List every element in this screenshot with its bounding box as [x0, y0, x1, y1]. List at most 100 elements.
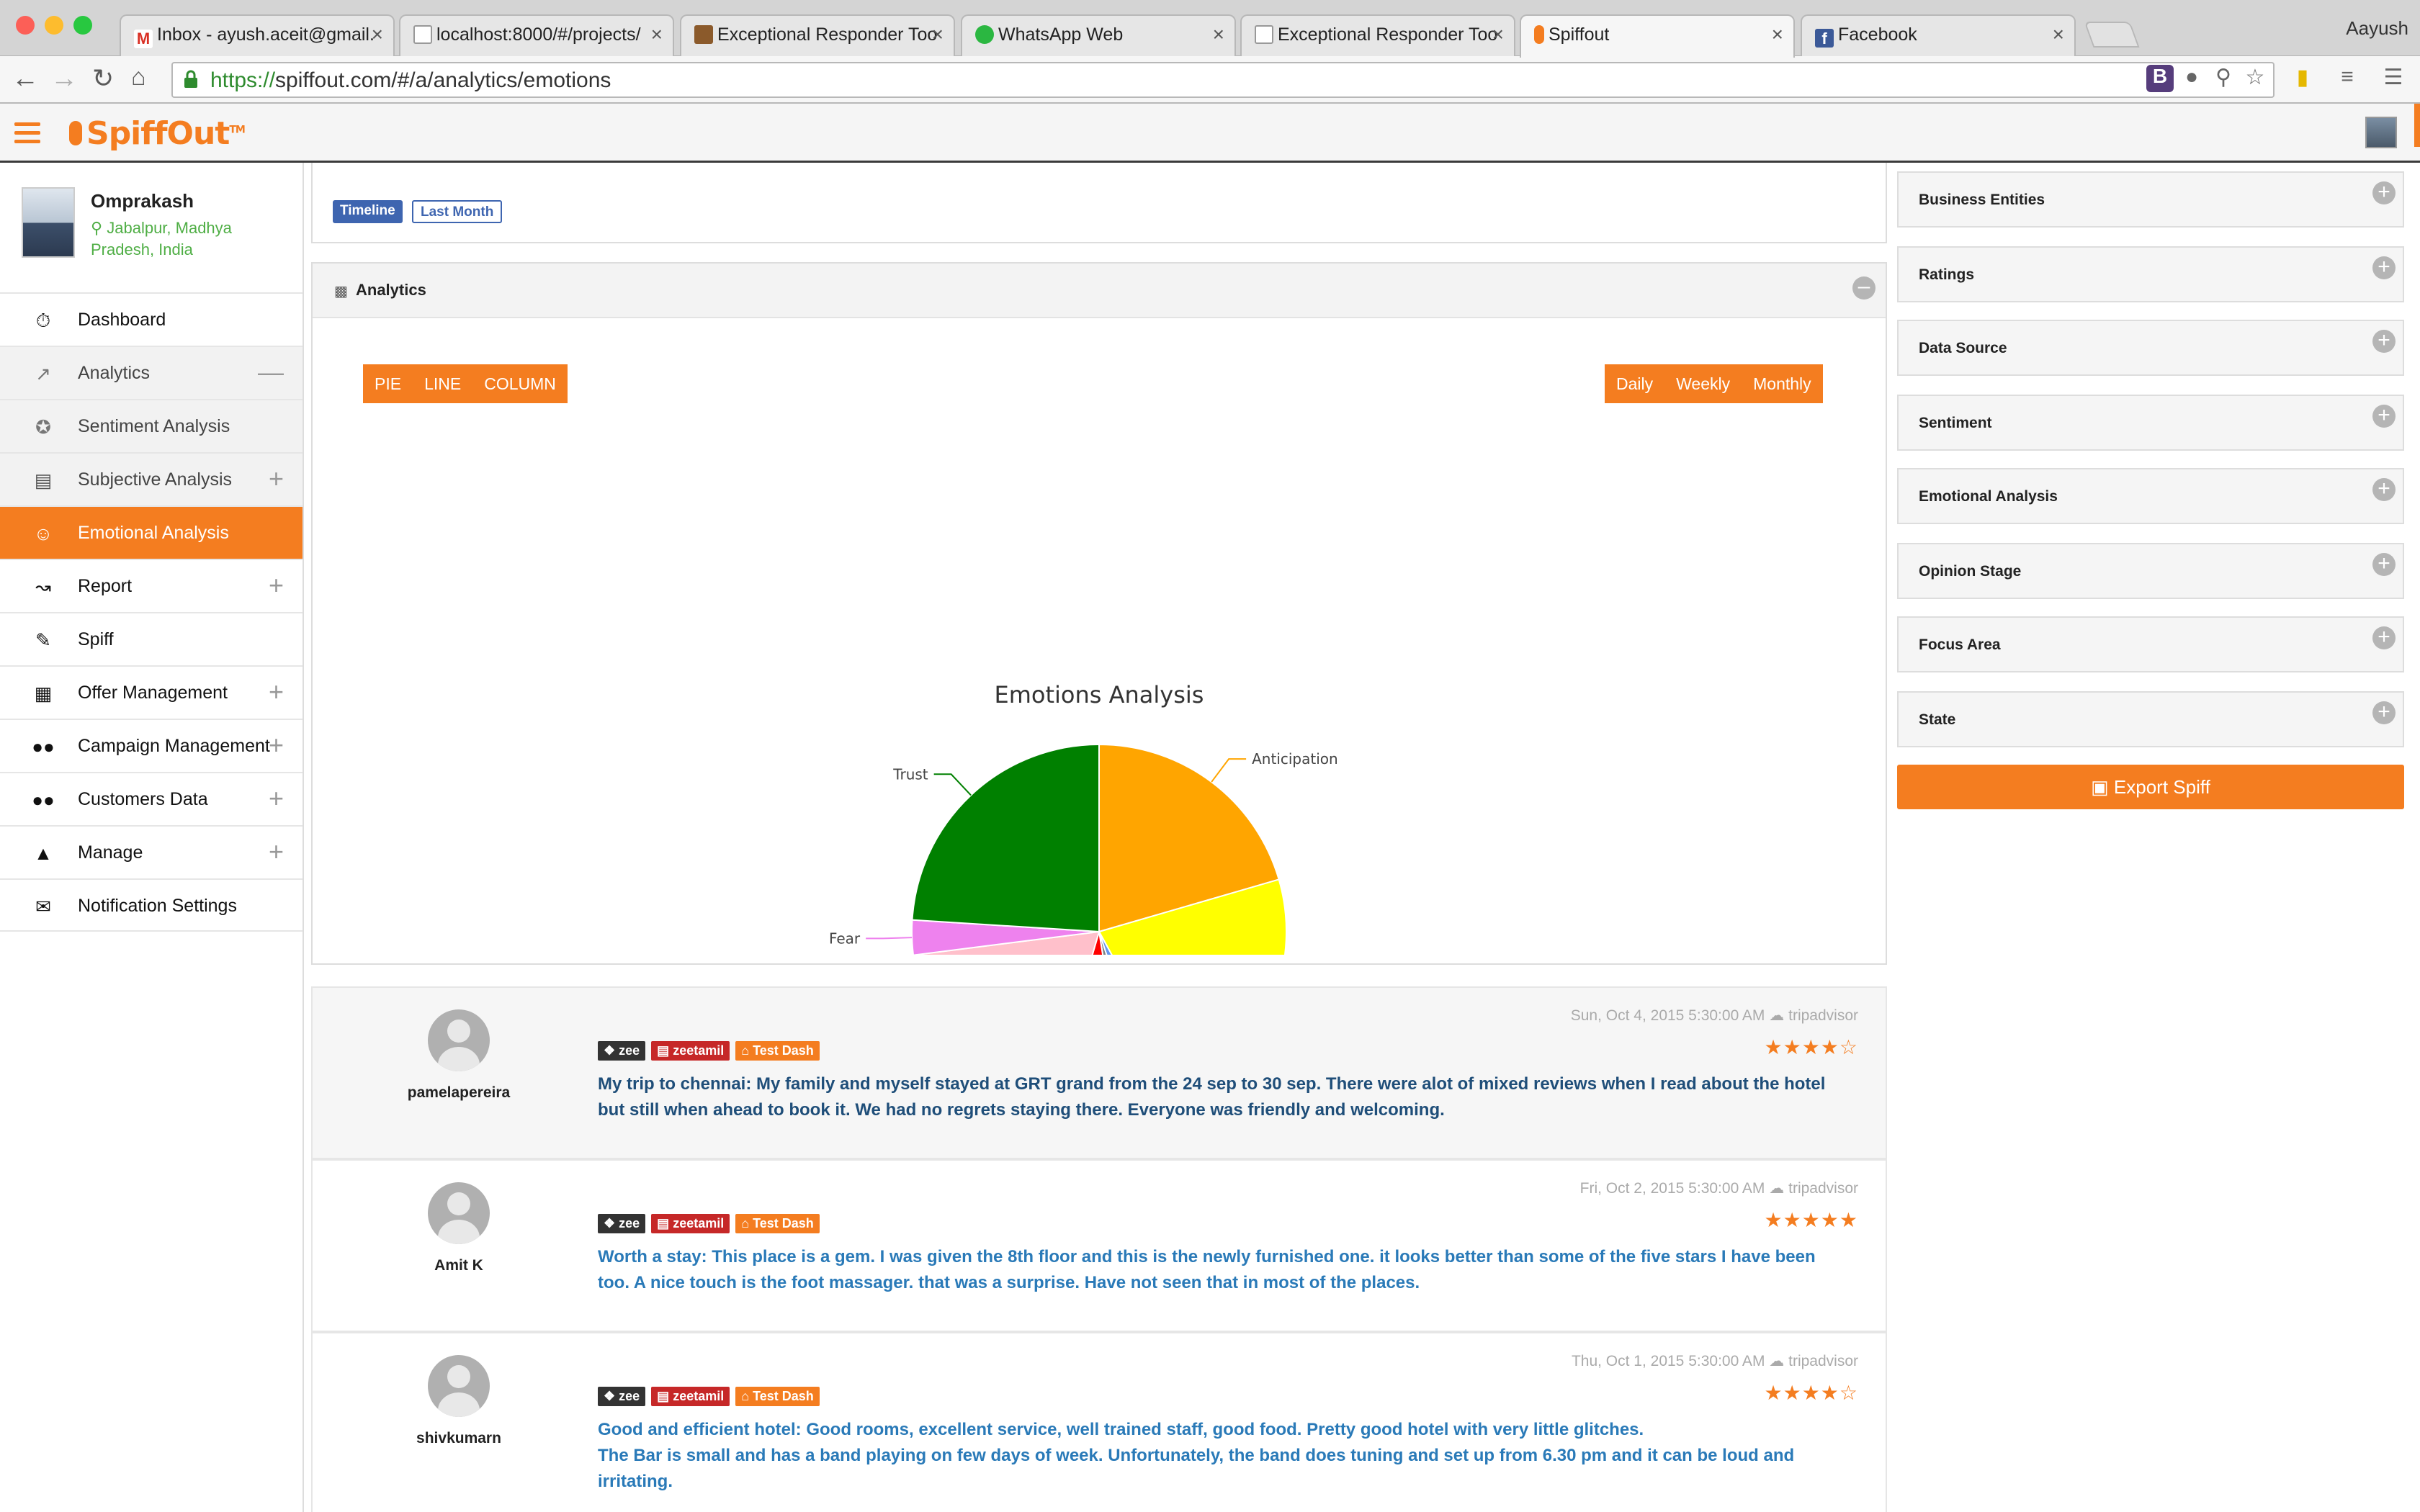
sidebar-item-emotional-analysis[interactable]: ☺ Emotional Analysis	[0, 505, 302, 559]
expand-plus-icon[interactable]: +	[2372, 405, 2396, 428]
tab-close-icon[interactable]: ×	[932, 23, 944, 46]
tab-close-icon[interactable]: ×	[2053, 23, 2064, 46]
forward-arrow-icon[interactable]: →	[50, 63, 78, 94]
tag-test-dash[interactable]: ⌂ Test Dash	[735, 1041, 820, 1061]
expand-plus-icon[interactable]: +	[2372, 478, 2396, 501]
daily-button[interactable]: Daily	[1605, 364, 1664, 403]
browser-tab[interactable]: Exceptional Responder Too ×	[680, 14, 955, 56]
reviewer-name[interactable]: shivkumarn	[356, 1430, 562, 1447]
user-avatar[interactable]	[2365, 117, 2397, 148]
sitemap-icon: ▲	[34, 842, 53, 864]
tab-close-icon[interactable]: ×	[1213, 23, 1224, 46]
sidebar-item-customers-data[interactable]: ●● Customers Data +	[0, 772, 302, 825]
spiffout-logo[interactable]: SpiffOutTM	[69, 115, 246, 152]
monthly-button[interactable]: Monthly	[1742, 364, 1823, 403]
pie-slice-trust[interactable]	[911, 743, 1100, 933]
window-close-button[interactable]	[16, 16, 35, 35]
sidebar-item-offer-management[interactable]: ▦ Offer Management +	[0, 665, 302, 719]
expand-plus-icon[interactable]: +	[2372, 181, 2396, 204]
expand-icon[interactable]: +	[269, 783, 284, 814]
expand-plus-icon[interactable]: +	[2372, 626, 2396, 649]
tab-close-icon[interactable]: ×	[1492, 23, 1504, 46]
tag-zee[interactable]: ❖ zee	[598, 1041, 646, 1061]
window-maximize-button[interactable]	[73, 16, 92, 35]
rating-stars: ★★★★☆	[1764, 1382, 1858, 1404]
sidebar-item-subjective-analysis[interactable]: ▤ Subjective Analysis +	[0, 452, 302, 505]
column-button[interactable]: COLUMN	[472, 364, 568, 403]
collapse-icon[interactable]: —	[258, 357, 284, 387]
expand-plus-icon[interactable]: +	[2372, 256, 2396, 279]
search-zoom-icon[interactable]: ⚲	[2210, 65, 2237, 92]
weekly-button[interactable]: Weekly	[1664, 364, 1742, 403]
cloud-icon: ☁	[1769, 1353, 1785, 1369]
browser-profile-name[interactable]: Aayush	[2346, 17, 2408, 40]
tag-zee[interactable]: ❖ zee	[598, 1214, 646, 1233]
extension-icon[interactable]: ▮	[2289, 65, 2316, 92]
tab-close-icon[interactable]: ×	[372, 23, 383, 46]
filter-sentiment[interactable]: Sentiment +	[1897, 395, 2404, 451]
sidebar-item-sentiment-analysis[interactable]: ✪ Sentiment Analysis	[0, 399, 302, 452]
filter-business-entities[interactable]: Business Entities +	[1897, 171, 2404, 228]
sidebar-item-report[interactable]: ↝ Report +	[0, 559, 302, 612]
sidebar-item-dashboard[interactable]: ⏱ Dashboard	[0, 292, 302, 346]
expand-plus-icon[interactable]: +	[2372, 553, 2396, 576]
range-badge[interactable]: Last Month	[412, 200, 503, 223]
sidebar-item-campaign-management[interactable]: ●● Campaign Management +	[0, 719, 302, 772]
export-spiff-button[interactable]: ▣ Export Spiff	[1897, 765, 2404, 809]
filter-ratings[interactable]: Ratings +	[1897, 246, 2404, 302]
reviewer-avatar	[428, 1182, 490, 1244]
sidebar-item-spiff[interactable]: ✎ Spiff	[0, 612, 302, 665]
bookmark-star-icon[interactable]: ☆	[2241, 65, 2269, 92]
new-tab-button[interactable]	[2084, 22, 2140, 48]
tag-zeetamil[interactable]: ▤ zeetamil	[651, 1387, 730, 1406]
back-arrow-icon[interactable]: ←	[12, 63, 39, 94]
extension-icon[interactable]: ●	[2178, 65, 2205, 92]
filter-opinion-stage[interactable]: Opinion Stage +	[1897, 543, 2404, 599]
profile-avatar[interactable]	[22, 187, 75, 258]
filter-state[interactable]: State +	[1897, 691, 2404, 747]
expand-icon[interactable]: +	[269, 570, 284, 600]
timeline-badge[interactable]: Timeline	[333, 200, 403, 223]
browser-tab[interactable]: M Inbox - ayush.aceit@gmail. ×	[120, 14, 395, 56]
tab-close-icon[interactable]: ×	[651, 23, 663, 46]
browser-menu-icon[interactable]: ☰	[2380, 65, 2407, 92]
reviewer-name[interactable]: pamelapereira	[356, 1084, 562, 1102]
filter-data-source[interactable]: Data Source +	[1897, 320, 2404, 376]
tab-label: Spiffout	[1549, 24, 1610, 45]
filter-focus-area[interactable]: Focus Area +	[1897, 616, 2404, 672]
tab-close-icon[interactable]: ×	[1772, 23, 1783, 46]
bootstrap-extension-icon[interactable]: B	[2146, 65, 2174, 92]
expand-icon[interactable]: +	[269, 837, 284, 867]
sidebar-item-notification-settings[interactable]: ✉ Notification Settings	[0, 878, 302, 932]
browser-tab[interactable]: WhatsApp Web ×	[961, 14, 1236, 56]
pie-button[interactable]: PIE	[363, 364, 413, 403]
expand-icon[interactable]: +	[269, 464, 284, 494]
reviewer-name[interactable]: Amit K	[356, 1257, 562, 1274]
reload-icon[interactable]: ↻	[92, 63, 114, 94]
home-icon[interactable]: ⌂	[131, 63, 146, 91]
tag-test-dash[interactable]: ⌂ Test Dash	[735, 1387, 820, 1406]
browser-tab-active[interactable]: Spiffout ×	[1520, 14, 1795, 58]
review-tags: ❖ zee ▤ zeetamil ⌂ Test Dash	[598, 1387, 820, 1406]
expand-plus-icon[interactable]: +	[2372, 330, 2396, 353]
sidebar-item-analytics[interactable]: ↗ Analytics —	[0, 346, 302, 399]
window-minimize-button[interactable]	[45, 16, 63, 35]
url-path: spiffout.com/#/a/analytics/emotions	[275, 68, 611, 92]
tag-zee[interactable]: ❖ zee	[598, 1387, 646, 1406]
line-button[interactable]: LINE	[413, 364, 472, 403]
tag-test-dash[interactable]: ⌂ Test Dash	[735, 1214, 820, 1233]
browser-tab[interactable]: f Facebook ×	[1801, 14, 2076, 56]
expand-icon[interactable]: +	[269, 730, 284, 760]
browser-tab[interactable]: Exceptional Responder Too ×	[1240, 14, 1515, 56]
tag-zeetamil[interactable]: ▤ zeetamil	[651, 1041, 730, 1061]
expand-icon[interactable]: +	[269, 677, 284, 707]
tag-zeetamil[interactable]: ▤ zeetamil	[651, 1214, 730, 1233]
extension-icon[interactable]: ≡	[2334, 65, 2361, 92]
filter-emotional-analysis[interactable]: Emotional Analysis +	[1897, 468, 2404, 524]
sidebar-item-manage[interactable]: ▲ Manage +	[0, 825, 302, 878]
hamburger-menu-icon[interactable]	[14, 122, 40, 144]
browser-tab[interactable]: localhost:8000/#/projects/ ×	[399, 14, 674, 56]
collapse-panel-icon[interactable]: –	[1852, 276, 1876, 300]
expand-plus-icon[interactable]: +	[2372, 701, 2396, 724]
address-bar[interactable]: https://spiffout.com/#/a/analytics/emoti…	[171, 62, 2275, 98]
